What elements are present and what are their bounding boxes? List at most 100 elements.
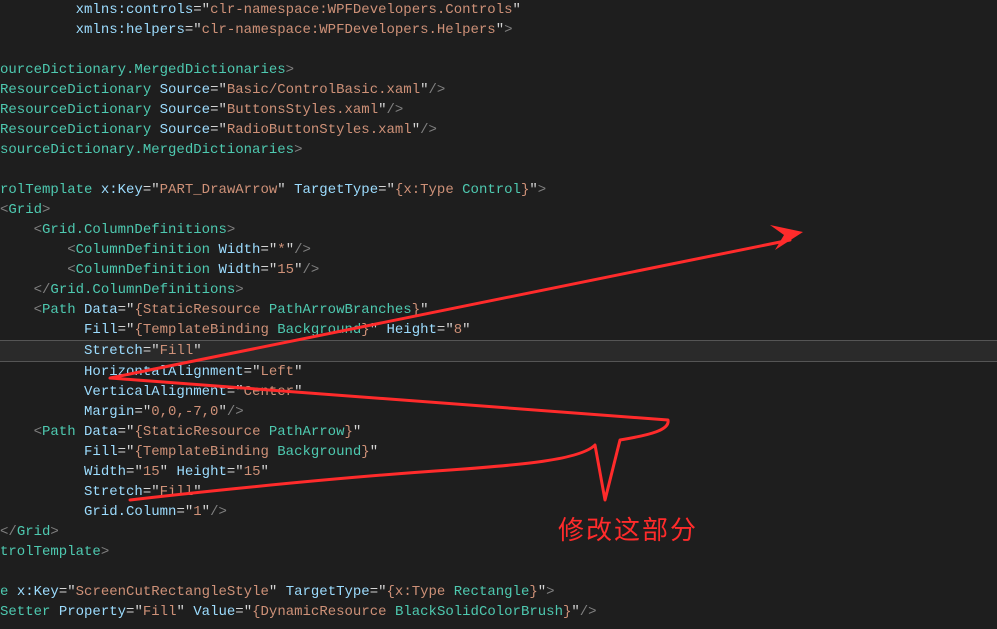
code-line[interactable]: ourceDictionary.MergedDictionaries> (0, 60, 997, 80)
token-quote: " (378, 102, 386, 118)
token-punc: > (294, 142, 302, 158)
code-line[interactable]: rolTemplate x:Key="PART_DrawArrow" Targe… (0, 180, 997, 200)
code-line[interactable]: Fill="{TemplateBinding Background}" Heig… (0, 320, 997, 340)
token-op (277, 584, 285, 600)
token-punc: /> (580, 604, 597, 620)
token-tag: trolTemplate (0, 544, 101, 560)
code-line[interactable]: Fill="{TemplateBinding Background}" (0, 442, 997, 462)
token-tag: Path (42, 302, 76, 318)
token-op: = (118, 444, 126, 460)
code-line[interactable]: Margin="0,0,-7,0"/> (0, 402, 997, 422)
token-string: PART_DrawArrow (160, 182, 278, 198)
token-string: Fill (160, 343, 194, 359)
token-punc: < (34, 222, 42, 238)
code-line[interactable]: ResourceDictionary Source="Basic/Control… (0, 80, 997, 100)
token-quote: " (160, 464, 168, 480)
code-line[interactable]: </Grid.ColumnDefinitions> (0, 280, 997, 300)
token-string: * (277, 242, 285, 258)
token-quote: " (529, 182, 537, 198)
token-quote: " (420, 82, 428, 98)
token-string: {DynamicResource (252, 604, 395, 620)
token-punc: < (34, 424, 42, 440)
token-attr: Height (387, 322, 437, 338)
token-op: = (143, 182, 151, 198)
token-op (8, 584, 16, 600)
token-attr: Stretch (84, 343, 143, 359)
code-line[interactable]: <Path Data="{StaticResource PathArrowBra… (0, 300, 997, 320)
token-op: = (185, 22, 193, 38)
code-line[interactable]: <ColumnDefinition Width="15"/> (0, 260, 997, 280)
token-punc: < (67, 262, 75, 278)
token-op: = (59, 584, 67, 600)
token-quote: " (370, 322, 378, 338)
token-string: ScreenCutRectangleStyle (76, 584, 269, 600)
token-quote: " (202, 504, 210, 520)
token-tag: Path (42, 424, 76, 440)
token-op: = (118, 424, 126, 440)
token-attr: Stretch (84, 484, 143, 500)
token-tag: PathArrowBranches (269, 302, 412, 318)
code-line[interactable] (0, 562, 997, 582)
token-quote: " (151, 343, 159, 359)
token-quote: " (412, 122, 420, 138)
code-line[interactable]: ResourceDictionary Source="ButtonsStyles… (0, 100, 997, 120)
code-line[interactable]: Stretch="Fill" (0, 482, 997, 502)
code-line[interactable] (0, 40, 997, 60)
token-punc: > (286, 62, 294, 78)
code-line[interactable]: <Grid> (0, 200, 997, 220)
code-line[interactable]: <ColumnDefinition Width="*"/> (0, 240, 997, 260)
token-string: RadioButtonStyles.xaml (227, 122, 412, 138)
code-line[interactable]: Grid.Column="1"/> (0, 502, 997, 522)
token-quote: " (445, 322, 453, 338)
token-attr: x:Key (17, 584, 59, 600)
annotation-label: 修改这部分 (558, 510, 698, 547)
code-line[interactable]: <Path Data="{StaticResource PathArrow}" (0, 422, 997, 442)
token-op: = (143, 343, 151, 359)
token-attr: Data (84, 302, 118, 318)
code-editor[interactable]: xmlns:controls="clr-namespace:WPFDevelop… (0, 0, 997, 622)
token-punc: </ (0, 524, 17, 540)
token-string: } (361, 322, 369, 338)
code-line[interactable]: Setter Property="Fill" Value="{DynamicRe… (0, 602, 997, 622)
code-line[interactable]: sourceDictionary.MergedDictionaries> (0, 140, 997, 160)
code-line[interactable]: xmlns:controls="clr-namespace:WPFDevelop… (0, 0, 997, 20)
code-line[interactable]: ResourceDictionary Source="RadioButtonSt… (0, 120, 997, 140)
token-string: Fill (160, 484, 194, 500)
token-quote: " (134, 604, 142, 620)
token-string: 8 (454, 322, 462, 338)
token-quote: " (370, 444, 378, 460)
token-op: = (227, 384, 235, 400)
token-punc: /> (294, 242, 311, 258)
code-line[interactable]: xmlns:helpers="clr-namespace:WPFDevelope… (0, 20, 997, 40)
token-quote: " (193, 343, 201, 359)
code-line[interactable] (0, 160, 997, 180)
token-string: clr-namespace:WPFDevelopers.Helpers (202, 22, 496, 38)
code-line[interactable]: </Grid> (0, 522, 997, 542)
token-op (50, 604, 58, 620)
token-attr: VerticalAlignment (84, 384, 227, 400)
token-op (76, 302, 84, 318)
token-string: {x:Type (387, 584, 454, 600)
token-string: Fill (143, 604, 177, 620)
code-line[interactable]: Stretch="Fill" (0, 340, 997, 362)
token-attr: TargetType (286, 584, 370, 600)
code-line[interactable]: VerticalAlignment="Center" (0, 382, 997, 402)
token-punc: /> (429, 82, 446, 98)
token-quote: " (294, 384, 302, 400)
token-tag: Background (277, 444, 361, 460)
code-line[interactable]: e x:Key="ScreenCutRectangleStyle" Target… (0, 582, 997, 602)
code-line[interactable]: HorizontalAlignment="Left" (0, 362, 997, 382)
token-quote: " (538, 584, 546, 600)
token-attr: xmlns:helpers (76, 22, 185, 38)
code-line[interactable]: trolTemplate> (0, 542, 997, 562)
code-line[interactable]: Width="15" Height="15" (0, 462, 997, 482)
token-punc: > (538, 182, 546, 198)
code-line[interactable]: <Grid.ColumnDefinitions> (0, 220, 997, 240)
token-punc: > (504, 22, 512, 38)
token-string: } (361, 444, 369, 460)
token-tag: ColumnDefinition (76, 242, 210, 258)
token-tag: ourceDictionary.MergedDictionaries (0, 62, 286, 78)
token-op (92, 182, 100, 198)
token-tag: ColumnDefinition (76, 262, 210, 278)
token-op (378, 322, 386, 338)
